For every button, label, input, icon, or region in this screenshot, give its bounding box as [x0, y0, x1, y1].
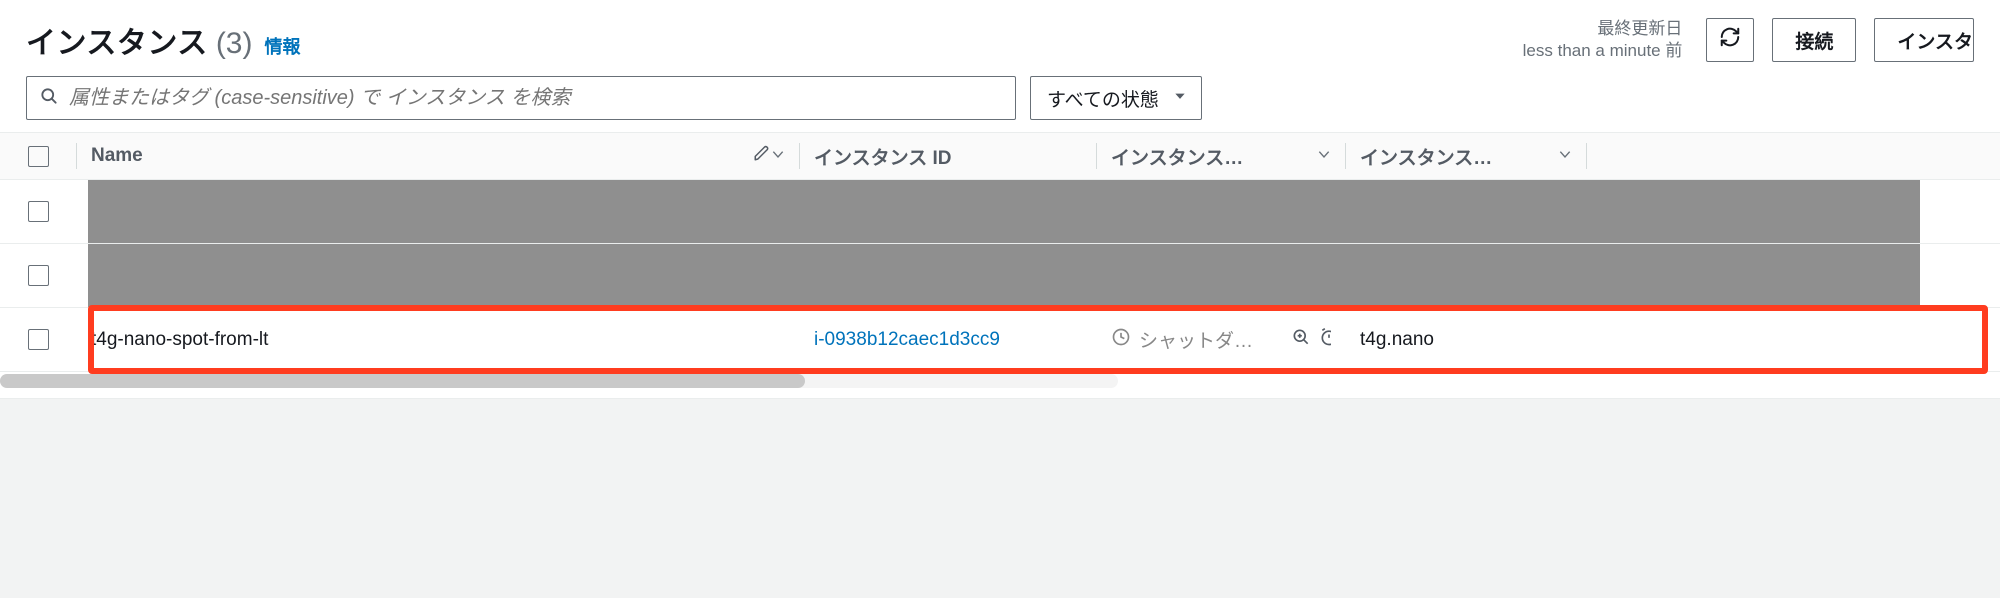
state-filter-label: すべての状態 [1047, 85, 1159, 112]
row-checkbox[interactable] [28, 329, 49, 350]
cell-type: t4g.nano [1346, 308, 1586, 371]
caret-down-icon [1173, 87, 1187, 109]
connect-button[interactable]: 接続 [1772, 18, 1856, 62]
refresh-icon [1719, 26, 1741, 54]
scrollbar-thumb[interactable] [0, 374, 805, 388]
col-header-state[interactable]: インスタンス… [1097, 133, 1345, 179]
col-header-id[interactable]: インスタンス ID [800, 133, 1096, 179]
sort-icon[interactable] [1317, 145, 1331, 167]
pencil-icon[interactable] [753, 144, 771, 168]
row-checkbox[interactable] [28, 201, 49, 222]
col-header-name[interactable]: Name [77, 133, 799, 179]
zoom-plus-icon[interactable] [1291, 327, 1311, 353]
col-header-state-label: インスタンス… [1111, 143, 1317, 170]
alarm-icon[interactable] [1319, 327, 1331, 353]
search-input[interactable] [69, 87, 1003, 110]
row-checkbox[interactable] [28, 265, 49, 286]
sort-icon[interactable] [1558, 145, 1572, 167]
instances-table: Name インスタンス ID インスタンス… [0, 132, 2000, 388]
search-icon [39, 86, 59, 111]
instance-count: (3) [216, 27, 253, 61]
col-divider [1586, 143, 1587, 169]
col-header-id-label: インスタンス ID [814, 143, 1082, 170]
col-header-type-label: インスタンス… [1360, 143, 1558, 170]
redacted-block [88, 244, 1920, 307]
page-header: インスタンス (3) 情報 最終更新日 less than a minute 前… [0, 0, 2000, 76]
cell-instance-id[interactable]: i-0938b12caec1d3cc9 [800, 308, 1096, 371]
instance-state-button[interactable]: インスタ [1874, 18, 1974, 62]
details-panel-placeholder [0, 398, 2000, 598]
table-body: t4g-nano-spot-from-lt i-0938b12caec1d3cc… [0, 180, 2000, 372]
table-row[interactable] [0, 180, 2000, 244]
last-updated-value: less than a minute 前 [1523, 40, 1683, 62]
table-row[interactable] [0, 244, 2000, 308]
clock-icon [1111, 327, 1131, 353]
filter-row: すべての状態 [0, 76, 2000, 132]
sort-icon[interactable] [771, 145, 785, 167]
refresh-button[interactable] [1706, 18, 1754, 62]
select-all-checkbox[interactable] [28, 146, 49, 167]
info-link[interactable]: 情報 [264, 33, 300, 59]
search-wrap[interactable] [26, 76, 1016, 120]
col-header-name-label: Name [91, 145, 753, 167]
cell-state-text: シャットダ… [1139, 326, 1283, 353]
cell-name: t4g-nano-spot-from-lt [77, 308, 799, 371]
cell-state: シャットダ… [1097, 308, 1345, 371]
table-row[interactable]: t4g-nano-spot-from-lt i-0938b12caec1d3cc… [0, 308, 2000, 372]
horizontal-scrollbar[interactable] [0, 374, 1118, 388]
table-header: Name インスタンス ID インスタンス… [0, 132, 2000, 180]
page-title: インスタンス [26, 18, 208, 62]
redacted-block [88, 180, 1920, 243]
select-all-cell[interactable] [0, 133, 76, 179]
last-updated: 最終更新日 less than a minute 前 [1523, 18, 1683, 62]
title-block: インスタンス (3) 情報 [26, 18, 300, 62]
last-updated-label: 最終更新日 [1523, 18, 1683, 40]
col-header-type[interactable]: インスタンス… [1346, 133, 1586, 179]
state-filter-select[interactable]: すべての状態 [1030, 76, 1202, 120]
